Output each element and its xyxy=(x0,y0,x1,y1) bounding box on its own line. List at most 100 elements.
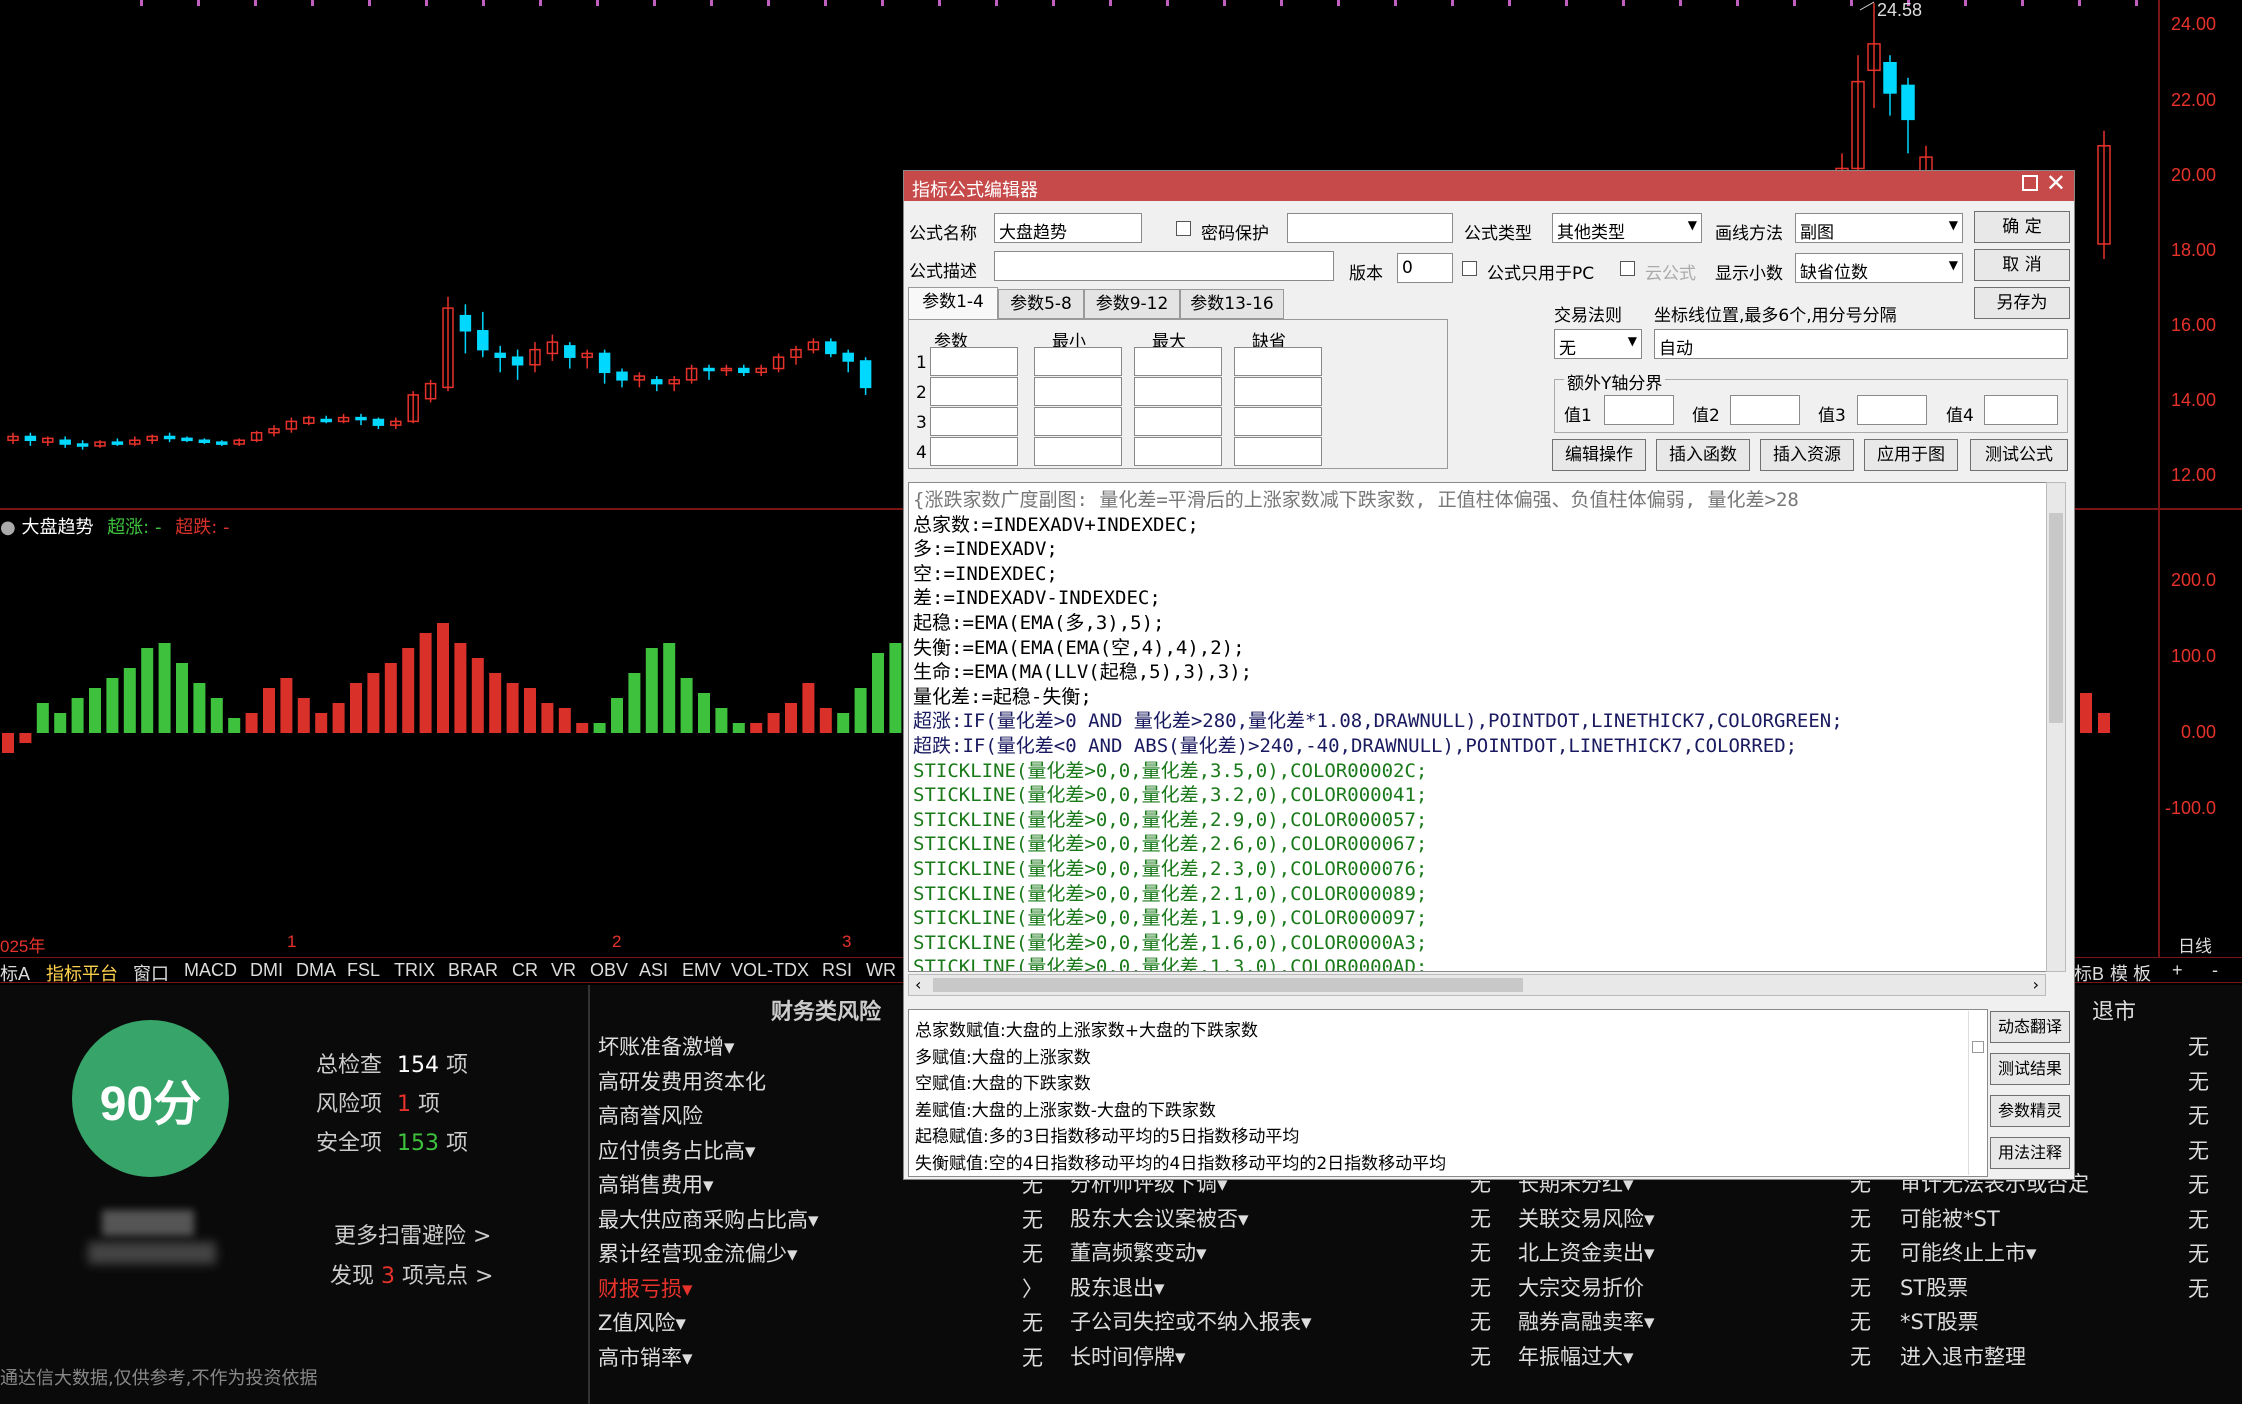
edit-button[interactable]: 编辑操作 xyxy=(1552,439,1646,471)
param-cell[interactable] xyxy=(1134,377,1222,406)
zoom-in-button[interactable]: + xyxy=(2172,960,2183,981)
tab-template[interactable]: 模 板 xyxy=(2110,960,2151,986)
desc-scrollbar[interactable] xyxy=(1968,1011,1986,1175)
tab-params-5-8[interactable]: 参数5-8 xyxy=(998,289,1084,319)
tab-vol-tdx[interactable]: VOL-TDX xyxy=(731,960,809,981)
decimal-select[interactable]: 缺省位数 ▼ xyxy=(1795,253,1963,283)
col1-item[interactable]: 财报亏损▾ xyxy=(598,1273,693,1303)
scroll-thumb-h[interactable] xyxy=(933,978,1523,992)
period-label[interactable]: 日线 xyxy=(2178,932,2212,957)
tab-b[interactable]: 标B xyxy=(2074,960,2104,986)
col1-item[interactable]: Z值风险▾ xyxy=(598,1307,686,1337)
test-result-button[interactable]: 测试结果 xyxy=(1990,1053,2070,1085)
cancel-button[interactable]: 取 消 xyxy=(1974,249,2070,281)
tab-a[interactable]: 标A xyxy=(0,960,30,986)
v1-input[interactable] xyxy=(1604,395,1674,425)
formula-desc-input[interactable] xyxy=(994,251,1334,281)
col1-item[interactable]: 高研发费用资本化 xyxy=(598,1066,766,1096)
tab-trix[interactable]: TRIX xyxy=(394,960,435,981)
col2-item[interactable]: 股东退出▾ xyxy=(1070,1272,1165,1302)
param-cell[interactable] xyxy=(1234,377,1322,406)
col2-item[interactable]: 股东大会议案被否▾ xyxy=(1070,1203,1249,1233)
col3-item[interactable]: 关联交易风险▾ xyxy=(1518,1203,1655,1233)
tab-params-1-4[interactable]: 参数1-4 xyxy=(908,287,998,321)
dialog-titlebar[interactable]: 指标公式编辑器 ✕ xyxy=(904,169,2074,201)
col2-item[interactable]: 董高频繁变动▾ xyxy=(1070,1237,1207,1267)
apply-button[interactable]: 应用于图 xyxy=(1864,439,1958,471)
formula-name-input[interactable]: 大盘趋势 xyxy=(994,213,1142,243)
test-formula-button[interactable]: 测试公式 xyxy=(1970,439,2068,471)
v4-input[interactable] xyxy=(1984,395,2058,425)
tab-params-9-12[interactable]: 参数9-12 xyxy=(1084,289,1180,319)
discover-link[interactable]: 发现 3 项亮点 > xyxy=(330,1258,493,1290)
tab-rsi[interactable]: RSI xyxy=(822,960,852,981)
col4-item[interactable]: 可能被*ST xyxy=(1900,1203,2000,1233)
tab-params-13-16[interactable]: 参数13-16 xyxy=(1180,289,1284,319)
insert-resource-button[interactable]: 插入资源 xyxy=(1760,439,1854,471)
col1-item[interactable]: 最大供应商采购占比高▾ xyxy=(598,1204,819,1234)
param-cell[interactable] xyxy=(1034,407,1122,436)
zoom-out-button[interactable]: - xyxy=(2212,960,2218,981)
maximize-icon[interactable] xyxy=(2022,175,2038,191)
tab-obv[interactable]: OBV xyxy=(590,960,628,981)
col3-item[interactable]: 年振幅过大▾ xyxy=(1518,1341,1634,1371)
col1-item[interactable]: 应付债务占比高▾ xyxy=(598,1135,756,1165)
v2-input[interactable] xyxy=(1730,395,1800,425)
tab-vr[interactable]: VR xyxy=(551,960,576,981)
usage-note-button[interactable]: 用法注释 xyxy=(1990,1137,2070,1169)
param-cell[interactable] xyxy=(1134,407,1222,436)
coord-input[interactable]: 自动 xyxy=(1654,329,2068,359)
param-cell[interactable] xyxy=(930,437,1018,466)
version-input[interactable]: 0 xyxy=(1397,253,1453,283)
col4-item[interactable]: 可能终止上市▾ xyxy=(1900,1237,2037,1267)
tab-dma[interactable]: DMA xyxy=(296,960,336,981)
col1-item[interactable]: 坏账准备激增▾ xyxy=(598,1031,735,1061)
col3-item[interactable]: 大宗交易折价 xyxy=(1518,1272,1644,1302)
draw-method-select[interactable]: 副图 ▼ xyxy=(1795,213,1963,243)
col3-item[interactable]: 北上资金卖出▾ xyxy=(1518,1237,1655,1267)
scroll-right-icon[interactable]: › xyxy=(2033,975,2039,994)
save-as-button[interactable]: 另存为 xyxy=(1974,287,2070,319)
scroll-thumb[interactable] xyxy=(2049,513,2063,723)
param-cell[interactable] xyxy=(1134,347,1222,376)
tab-indicator-platform[interactable]: 指标平台 xyxy=(46,960,118,986)
param-cell[interactable] xyxy=(930,377,1018,406)
param-wizard-button[interactable]: 参数精灵 xyxy=(1990,1095,2070,1127)
h-scrollbar[interactable]: ‹ › xyxy=(908,974,2046,996)
dynamic-translate-button[interactable]: 动态翻译 xyxy=(1990,1011,2070,1043)
param-cell[interactable] xyxy=(930,347,1018,376)
param-cell[interactable] xyxy=(1234,347,1322,376)
tab-cr[interactable]: CR xyxy=(512,960,538,981)
tab-asi[interactable]: ASI xyxy=(639,960,668,981)
col1-item[interactable]: 高商誉风险 xyxy=(598,1100,703,1130)
tab-brar[interactable]: BRAR xyxy=(448,960,498,981)
ok-button[interactable]: 确 定 xyxy=(1974,211,2070,243)
col4-item[interactable]: 进入退市整理 xyxy=(1900,1341,2026,1371)
password-checkbox[interactable] xyxy=(1176,221,1191,236)
col1-item[interactable]: 高市销率▾ xyxy=(598,1342,693,1372)
v3-input[interactable] xyxy=(1857,395,1927,425)
cloud-checkbox[interactable] xyxy=(1620,261,1635,276)
tab-emv[interactable]: EMV xyxy=(682,960,721,981)
tab-fsl[interactable]: FSL xyxy=(347,960,380,981)
v-scrollbar[interactable] xyxy=(2046,482,2066,972)
insert-function-button[interactable]: 插入函数 xyxy=(1656,439,1750,471)
param-cell[interactable] xyxy=(930,407,1018,436)
col1-item[interactable]: 累计经营现金流偏少▾ xyxy=(598,1238,798,1268)
tab-macd[interactable]: MACD xyxy=(184,960,237,981)
col4-item[interactable]: ST股票 xyxy=(1900,1272,1968,1302)
trade-rule-select[interactable]: 无 ▼ xyxy=(1554,329,1642,359)
param-cell[interactable] xyxy=(1034,347,1122,376)
password-input[interactable] xyxy=(1287,213,1453,243)
formula-type-select[interactable]: 其他类型 ▼ xyxy=(1552,213,1702,243)
pc-only-checkbox[interactable] xyxy=(1462,261,1477,276)
col4-item[interactable]: *ST股票 xyxy=(1900,1306,1979,1336)
close-icon[interactable]: ✕ xyxy=(2046,169,2066,197)
scroll-left-icon[interactable]: ‹ xyxy=(915,975,921,994)
code-editor[interactable]: {涨跌家数广度副图: 量化差=平滑后的上涨家数减下跌家数, 正值柱体偏强、负值柱… xyxy=(908,482,2048,972)
tab-dmi[interactable]: DMI xyxy=(250,960,283,981)
col3-item[interactable]: 融券高融卖率▾ xyxy=(1518,1306,1655,1336)
col1-item[interactable]: 高销售费用▾ xyxy=(598,1169,714,1199)
tab-window[interactable]: 窗口 xyxy=(133,960,169,986)
more-scan-link[interactable]: 更多扫雷避险 > xyxy=(334,1218,491,1250)
